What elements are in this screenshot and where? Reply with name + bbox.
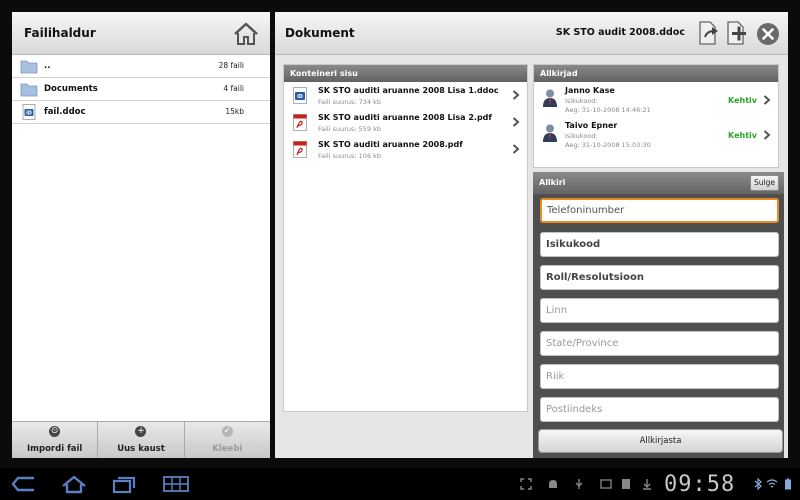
file-row-fail-ddoc[interactable]: iD fail.ddoc 15kb: [12, 101, 270, 124]
wifi-icon: [766, 479, 778, 488]
container-item-name: SK STO auditi aruanne 2008 Lisa 2.pdf: [318, 113, 492, 122]
country-input[interactable]: [540, 364, 779, 389]
plus-icon: +: [135, 426, 147, 437]
file-manager-header: Failihaldur: [12, 12, 270, 55]
signature-time: Aeg: 31-10-2008 15:03:30: [565, 141, 651, 149]
signer-name: Taivo Epner: [565, 121, 618, 130]
file-row-documents[interactable]: Documents 4 faili: [12, 78, 270, 101]
chevron-right-icon: [512, 90, 520, 100]
sign-form-header: Allkiri Sulge: [533, 172, 784, 194]
system-bar: 09:58: [0, 468, 800, 500]
battery-icon: [785, 478, 791, 490]
svg-text:iD: iD: [26, 111, 32, 117]
container-item[interactable]: iD SK STO auditi aruanne 2008 Lisa 1.ddo…: [284, 82, 527, 109]
document-title: Dokument: [285, 26, 355, 40]
container-item-size: Faili suurus: 559 kb: [318, 125, 382, 133]
signature-status: Kehtiv: [728, 131, 757, 140]
container-contents-header: Konteineri sisu: [284, 65, 527, 82]
paste-button[interactable]: ✓ Kleebi: [185, 422, 270, 458]
role-resolution-input[interactable]: [540, 265, 779, 290]
container-item-name: SK STO auditi aruanne 2008 Lisa 1.ddoc: [318, 86, 499, 95]
person-icon: [543, 124, 557, 142]
signer-id-label: Isikukood:: [565, 132, 598, 140]
sign-button[interactable]: Allkirjasta: [538, 429, 783, 453]
document-header: Dokument SK STO audit 2008.ddoc: [275, 12, 788, 55]
signer-name: Janno Kase: [565, 86, 615, 95]
recent-apps-icon[interactable]: [110, 474, 138, 494]
share-file-icon[interactable]: [697, 20, 721, 46]
file-name: ..: [44, 61, 51, 71]
chevron-right-icon: [512, 117, 520, 127]
container-item-size: Faili suurus: 734 kb: [318, 98, 382, 106]
screenshot-icon: [600, 479, 612, 489]
container-item-size: Faili suurus: 106 kb: [318, 152, 382, 160]
new-folder-button[interactable]: + Uus kaust: [98, 422, 185, 458]
back-icon[interactable]: [10, 474, 38, 494]
chevron-right-icon: [763, 130, 771, 140]
close-sign-form-button[interactable]: Sulge: [750, 175, 779, 191]
ddoc-file-icon: iD: [293, 87, 307, 104]
ddoc-file-icon: iD: [22, 104, 36, 120]
import-icon: ⊙: [49, 426, 61, 437]
clock: 09:58: [664, 472, 736, 497]
chevron-right-icon: [512, 144, 520, 154]
import-file-label: Impordi fail: [26, 444, 83, 454]
container-item[interactable]: SK STO auditi aruanne 2008 Lisa 2.pdf Fa…: [284, 109, 527, 136]
container-contents-panel: Konteineri sisu iD SK STO auditi aruanne…: [283, 64, 528, 412]
file-meta: 15kb: [225, 107, 244, 116]
document-panel: Dokument SK STO audit 2008.ddoc Konteine…: [275, 12, 788, 458]
phone-number-input[interactable]: [540, 198, 779, 223]
svg-text:iD: iD: [297, 94, 303, 100]
signature-item[interactable]: Taivo Epner Isikukood: Aeg: 31-10-2008 1…: [534, 117, 778, 152]
sign-form-title: Allkiri: [539, 178, 566, 187]
signature-item[interactable]: Janno Kase Isikukood: Aeg: 31-10-2008 14…: [534, 82, 778, 117]
file-name: fail.ddoc: [44, 107, 86, 117]
personal-code-input[interactable]: [540, 232, 779, 257]
fullscreen-icon: [520, 478, 532, 490]
bluetooth-icon: [754, 478, 762, 490]
chevron-right-icon: [763, 95, 771, 105]
signature-status: Kehtiv: [728, 96, 757, 105]
pdf-file-icon: [293, 114, 307, 131]
signature-time: Aeg: 31-10-2008 14:46:21: [565, 106, 651, 114]
file-name: Documents: [44, 84, 98, 94]
menu-icon[interactable]: [162, 474, 190, 494]
person-icon: [543, 89, 557, 107]
folder-icon: [20, 83, 38, 97]
home-icon[interactable]: [232, 20, 260, 48]
city-input[interactable]: [540, 298, 779, 323]
folder-icon: [20, 60, 38, 74]
container-item-name: SK STO auditi aruanne 2008.pdf: [318, 140, 463, 149]
container-item[interactable]: SK STO auditi aruanne 2008.pdf Faili suu…: [284, 136, 527, 163]
check-icon: ✓: [221, 426, 233, 437]
android-debug-icon: [549, 480, 557, 488]
signatures-panel: Allkirjad Janno Kase Isikukood: Aeg: 31-…: [533, 64, 779, 168]
file-row-parent[interactable]: .. 28 faili: [12, 55, 270, 78]
file-meta: 4 faili: [223, 84, 244, 93]
download-icon: [643, 479, 651, 490]
sd-card-icon: [622, 479, 630, 489]
postal-code-input[interactable]: [540, 397, 779, 422]
file-manager-title: Failihaldur: [24, 26, 96, 40]
file-meta: 28 faili: [218, 61, 244, 70]
signer-id-label: Isikukood:: [565, 97, 598, 105]
home-nav-icon[interactable]: [60, 474, 88, 494]
import-file-button[interactable]: ⊙ Impordi fail: [12, 422, 99, 458]
add-file-icon[interactable]: [725, 20, 749, 46]
state-province-input[interactable]: [540, 331, 779, 356]
file-actions-bar: ⊙ Impordi fail + Uus kaust ✓ Kleebi: [12, 421, 270, 458]
pdf-file-icon: [293, 141, 307, 158]
signatures-header: Allkirjad: [534, 65, 778, 82]
paste-label: Kleebi: [212, 444, 243, 454]
usb-icon: [575, 479, 583, 489]
new-folder-label: Uus kaust: [117, 444, 165, 454]
file-manager-panel: Failihaldur .. 28 faili Documents 4 fail…: [12, 12, 270, 458]
sign-form-panel: Allkiri Sulge Allkirjasta: [533, 172, 784, 458]
close-icon[interactable]: [756, 22, 780, 46]
document-file-name: SK STO audit 2008.ddoc: [555, 27, 685, 38]
